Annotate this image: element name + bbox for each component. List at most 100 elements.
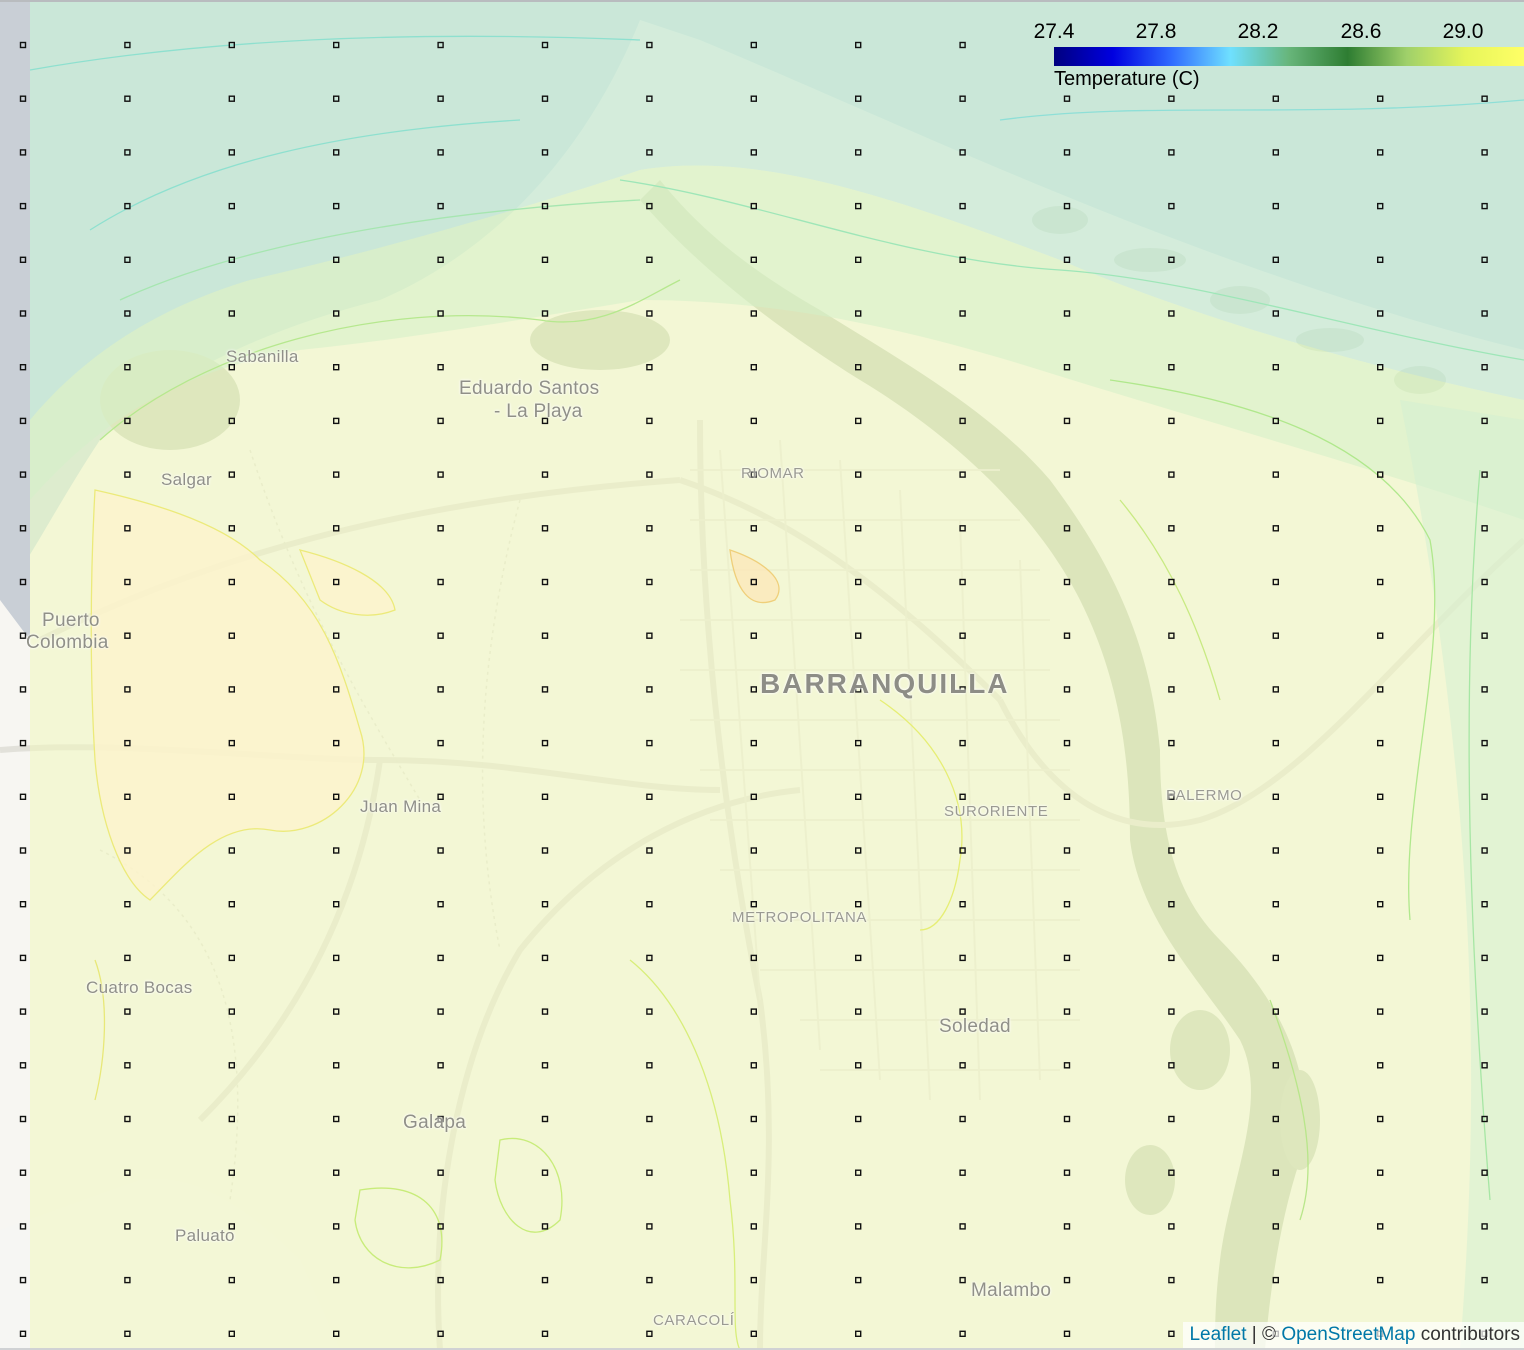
grid-point-marker: [437, 686, 444, 693]
grid-point-marker: [541, 256, 549, 263]
grid-point-marker: [750, 686, 757, 693]
grid-point-marker: [1063, 364, 1071, 371]
grid-point-marker: [855, 1062, 862, 1069]
grid-point-marker: [437, 417, 444, 425]
grid-point-marker: [124, 41, 131, 49]
grid-point-marker: [19, 364, 27, 371]
grid-point-marker: [959, 954, 966, 962]
grid-point-marker: [1481, 364, 1488, 371]
grid-point-marker: [959, 1223, 966, 1230]
grid-point-marker: [437, 632, 444, 639]
grid-point-marker: [855, 578, 862, 586]
grid-point-marker: [855, 793, 862, 800]
openstreetmap-link[interactable]: OpenStreetMap: [1281, 1324, 1415, 1345]
grid-point-marker: [19, 632, 27, 639]
place-label-malambo: Malambo: [971, 1280, 1052, 1301]
grid-point-marker: [646, 954, 653, 962]
grid-point-marker: [750, 525, 757, 532]
grid-point-marker: [1376, 847, 1384, 854]
grid-point-marker: [1481, 525, 1488, 532]
grid-point-marker: [1063, 471, 1071, 478]
grid-point-marker: [646, 417, 653, 425]
grid-point-marker: [646, 793, 653, 800]
grid-point-marker: [1481, 1169, 1488, 1176]
grid-point-marker: [541, 95, 549, 102]
place-label-puerto: Puerto: [42, 610, 100, 631]
grid-point-marker: [541, 364, 549, 371]
grid-point-marker: [124, 1169, 131, 1176]
grid-point-marker: [437, 1276, 444, 1284]
grid-point-marker: [228, 256, 236, 263]
grid-point-marker: [750, 954, 757, 962]
grid-point-marker: [646, 1169, 653, 1176]
grid-point-marker: [124, 793, 131, 800]
legend-colorbar: [1054, 47, 1524, 66]
grid-point-marker: [959, 95, 966, 102]
grid-point-marker: [228, 1062, 236, 1069]
grid-point-marker: [1168, 364, 1175, 371]
grid-point-marker: [541, 471, 549, 478]
grid-point-marker: [1063, 256, 1071, 263]
grid-point-marker: [646, 847, 653, 854]
attribution-separator: | ©: [1246, 1324, 1282, 1345]
grid-point-marker: [228, 95, 236, 102]
grid-point-marker: [124, 1223, 131, 1230]
grid-point-marker: [1063, 739, 1071, 747]
map-container[interactable]: Sabanilla Eduardo Santos - La Playa Salg…: [0, 0, 1524, 1350]
grid-point-marker: [1272, 793, 1280, 800]
grid-point-marker: [646, 364, 653, 371]
grid-point-marker: [228, 1008, 236, 1015]
grid-point-marker: [333, 525, 340, 532]
leaflet-link[interactable]: Leaflet: [1189, 1324, 1246, 1345]
grid-point-marker: [1168, 686, 1175, 693]
grid-point-marker: [959, 41, 966, 49]
grid-point-marker: [541, 632, 549, 639]
map-top-border: [0, 0, 1524, 2]
grid-point-marker: [750, 578, 757, 586]
grid-point-marker: [1481, 1008, 1488, 1015]
grid-point-marker: [1168, 901, 1175, 908]
grid-point-marker: [333, 1008, 340, 1015]
grid-point-marker: [1376, 310, 1384, 317]
grid-point-marker: [19, 739, 27, 747]
grid-point-marker: [333, 632, 340, 639]
grid-point-marker: [333, 847, 340, 854]
grid-point-marker: [646, 256, 653, 263]
grid-point-marker: [124, 471, 131, 478]
grid-point-marker: [959, 364, 966, 371]
place-label-barranquilla: BARRANQUILLA: [760, 668, 1010, 699]
grid-point-marker: [541, 1115, 549, 1123]
grid-point-marker: [1272, 417, 1280, 425]
place-label-suroriente: SURORIENTE: [944, 803, 1049, 820]
grid-point-marker: [1376, 256, 1384, 263]
grid-point-marker: [1272, 256, 1280, 263]
grid-point-marker: [855, 632, 862, 639]
grid-point-marker: [1481, 901, 1488, 908]
grid-point-marker: [1168, 1062, 1175, 1069]
grid-point-marker: [1272, 1223, 1280, 1230]
temperature-legend: 27.4 27.8 28.2 28.6 29.0 Temperature (C): [1030, 18, 1524, 98]
grid-point-marker: [19, 901, 27, 908]
grid-point-marker: [437, 41, 444, 49]
grid-point-marker: [228, 901, 236, 908]
grid-point-marker: [959, 1169, 966, 1176]
grid-point-marker: [959, 310, 966, 317]
grid-point-marker: [19, 1276, 27, 1284]
grid-point-marker: [541, 1330, 549, 1338]
grid-point-marker: [19, 793, 27, 800]
grid-point-marker: [1063, 202, 1071, 210]
grid-point-marker: [855, 41, 862, 49]
grid-point-marker: [1063, 149, 1071, 156]
grid-point-marker: [333, 578, 340, 586]
grid-point-marker: [1272, 954, 1280, 962]
grid-point-marker: [19, 310, 27, 317]
grid-point-marker: [959, 525, 966, 532]
grid-point-marker: [750, 41, 757, 49]
grid-point-marker: [1376, 202, 1384, 210]
grid-point-marker: [437, 1169, 444, 1176]
grid-point-marker: [541, 578, 549, 586]
grid-point-marker: [646, 310, 653, 317]
grid-point-marker: [19, 149, 27, 156]
grid-point-marker: [959, 1008, 966, 1015]
grid-point-marker: [333, 739, 340, 747]
